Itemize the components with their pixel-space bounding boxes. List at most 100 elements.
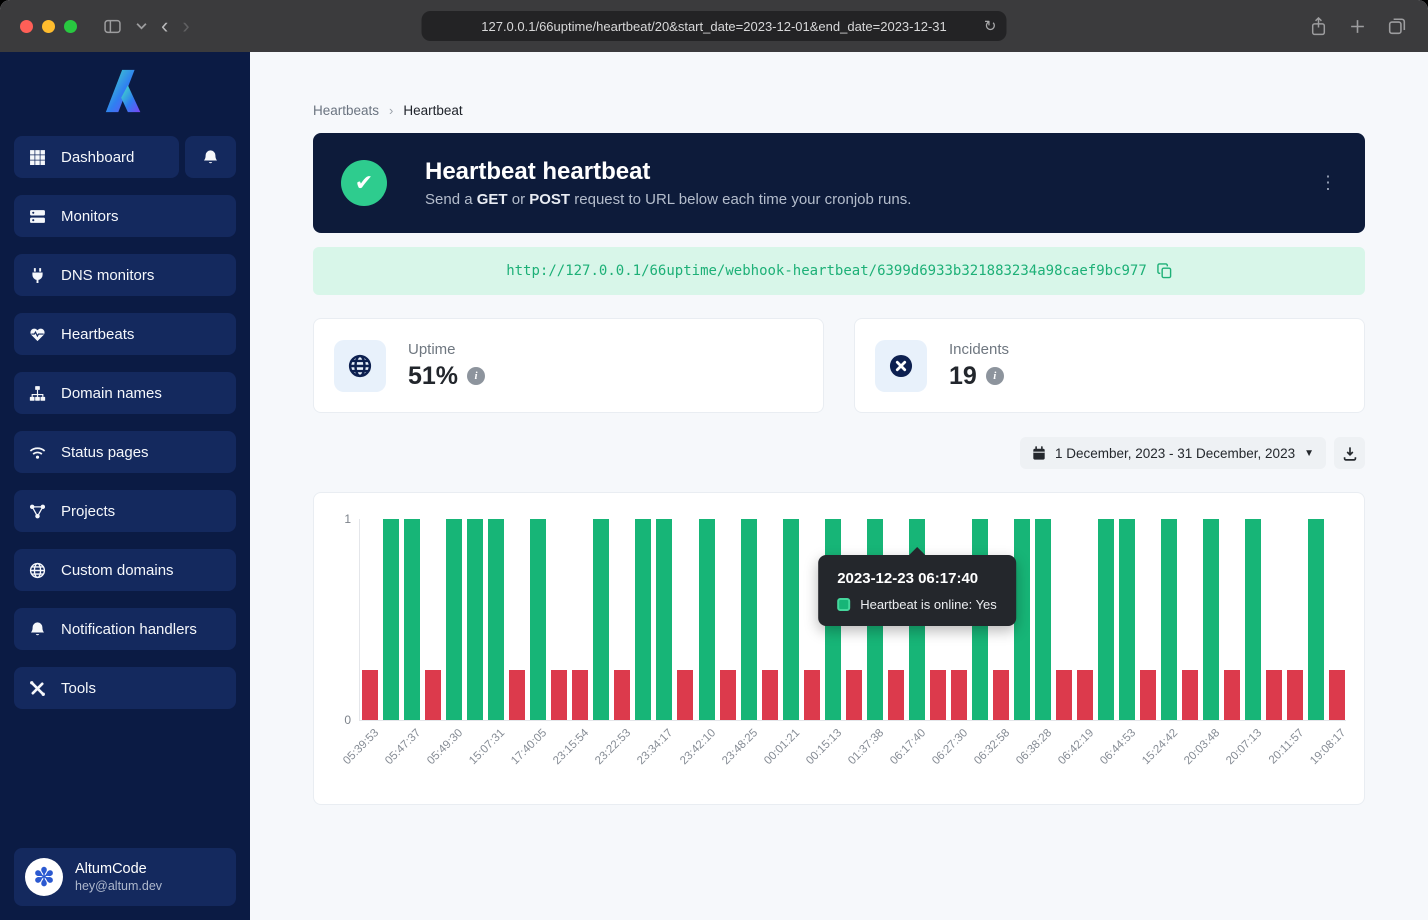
url-bar[interactable]: 127.0.0.1/66uptime/heartbeat/20&start_da… [422,11,1007,41]
bar-offline[interactable] [572,670,588,720]
bar-offline[interactable] [1329,670,1345,720]
sidebar-item-monitors[interactable]: Monitors [14,195,236,237]
bar-online[interactable] [1014,519,1030,720]
bar-offline[interactable] [930,670,946,720]
wifi-icon [29,444,46,461]
bar-online[interactable] [1035,519,1051,720]
bar-offline[interactable] [1182,670,1198,720]
share-icon[interactable] [1310,17,1327,36]
bar-offline[interactable] [846,670,862,720]
bar-offline[interactable] [951,670,967,720]
bar-offline[interactable] [1287,670,1303,720]
uptime-label: Uptime [408,341,485,358]
bar-online[interactable] [383,519,399,720]
sidebar-item-status-pages[interactable]: Status pages [14,431,236,473]
status-ok-icon: ✔ [341,160,387,206]
bar-online[interactable] [446,519,462,720]
tab-overview-icon[interactable] [1388,17,1406,35]
bar-offline[interactable] [509,670,525,720]
bar-offline[interactable] [425,670,441,720]
kebab-menu-icon[interactable]: ⋮ [1319,173,1337,194]
chart-tooltip: 2023-12-23 06:17:40 Heartbeat is online:… [818,555,1016,626]
bar-online[interactable] [488,519,504,720]
bar-offline[interactable] [362,670,378,720]
bar-online[interactable] [1161,519,1177,720]
bar-online[interactable] [530,519,546,720]
user-email: hey@altum.dev [75,879,162,893]
breadcrumb: Heartbeats › Heartbeat [313,103,1365,118]
sidebar-item-label: Monitors [61,208,119,225]
bar-online[interactable] [593,519,609,720]
sidebar-toggle-icon[interactable] [103,18,122,35]
bar-online[interactable] [656,519,672,720]
bar-offline[interactable] [762,670,778,720]
sidebar-item-tools[interactable]: Tools [14,667,236,709]
info-icon[interactable]: i [986,367,1004,385]
bar-online[interactable] [699,519,715,720]
sidebar-item-domain-names[interactable]: Domain names [14,372,236,414]
bar-offline[interactable] [551,670,567,720]
info-icon[interactable]: i [467,367,485,385]
zoom-window-button[interactable] [64,20,77,33]
uptime-value: 51%i [408,362,485,391]
tooltip-label: Heartbeat is online: Yes [860,597,997,612]
bar-online[interactable] [635,519,651,720]
copy-icon[interactable] [1157,263,1172,279]
bar-online[interactable] [1245,519,1261,720]
incidents-label: Incidents [949,341,1009,358]
close-window-button[interactable] [20,20,33,33]
heartbeat-header-card: ✔ Heartbeat heartbeat Send a GET or POST… [313,133,1365,233]
heart-icon [29,326,46,343]
tooltip-series-swatch [837,598,850,611]
date-range-picker[interactable]: 1 December, 2023 - 31 December, 2023 ▼ [1020,437,1326,469]
globe-icon [334,340,386,392]
incidents-card: Incidents 19i [854,318,1365,413]
bar-offline[interactable] [993,670,1009,720]
tooltip-date: 2023-12-23 06:17:40 [837,570,997,587]
bar-offline[interactable] [1266,670,1282,720]
page-title: Heartbeat heartbeat [425,158,911,186]
sidebar-item-dashboard[interactable]: Dashboard [14,136,179,178]
bar-online[interactable] [783,519,799,720]
heartbeat-chart-card: 1 0 05:39:5305:47:3705:49:3015:07:3117:4… [313,492,1365,805]
chevron-down-icon[interactable] [136,22,147,30]
bar-online[interactable] [404,519,420,720]
x-circle-icon [875,340,927,392]
bar-offline[interactable] [614,670,630,720]
download-button[interactable] [1334,437,1365,469]
breadcrumb-heartbeats-link[interactable]: Heartbeats [313,103,379,118]
date-range-label: 1 December, 2023 - 31 December, 2023 [1055,446,1295,461]
bar-online[interactable] [1308,519,1324,720]
back-button[interactable]: ‹ [161,15,168,37]
sidebar-item-projects[interactable]: Projects [14,490,236,532]
bar-offline[interactable] [1077,670,1093,720]
sidebar-item-dns-monitors[interactable]: DNS monitors [14,254,236,296]
app-window: ‹ › 127.0.0.1/66uptime/heartbeat/20&star… [0,0,1428,920]
bar-offline[interactable] [720,670,736,720]
bar-online[interactable] [1098,519,1114,720]
calendar-icon [1032,446,1046,461]
bar-offline[interactable] [1224,670,1240,720]
notifications-bell-button[interactable] [185,136,236,178]
bar-offline[interactable] [677,670,693,720]
webhook-url-banner[interactable]: http://127.0.0.1/66uptime/webhook-heartb… [313,247,1365,295]
sidebar-item-notification-handlers[interactable]: Notification handlers [14,608,236,650]
bar-offline[interactable] [804,670,820,720]
bar-online[interactable] [741,519,757,720]
user-account[interactable]: ✽ AltumCode hey@altum.dev [14,848,236,906]
brand-logo[interactable] [0,52,250,136]
sidebar-item-heartbeats[interactable]: Heartbeats [14,313,236,355]
bar-offline[interactable] [1056,670,1072,720]
breadcrumb-separator: › [389,103,393,118]
new-tab-icon[interactable] [1349,18,1366,35]
minimize-window-button[interactable] [42,20,55,33]
bar-offline[interactable] [888,670,904,720]
bar-online[interactable] [1203,519,1219,720]
chart-plot-area: 1 0 05:39:5305:47:3705:49:3015:07:3117:4… [359,519,1346,721]
sidebar-item-custom-domains[interactable]: Custom domains [14,549,236,591]
bar-online[interactable] [1119,519,1135,720]
bar-offline[interactable] [1140,670,1156,720]
forward-button[interactable]: › [182,15,189,37]
bar-online[interactable] [467,519,483,720]
reload-icon[interactable]: ↻ [984,17,997,35]
